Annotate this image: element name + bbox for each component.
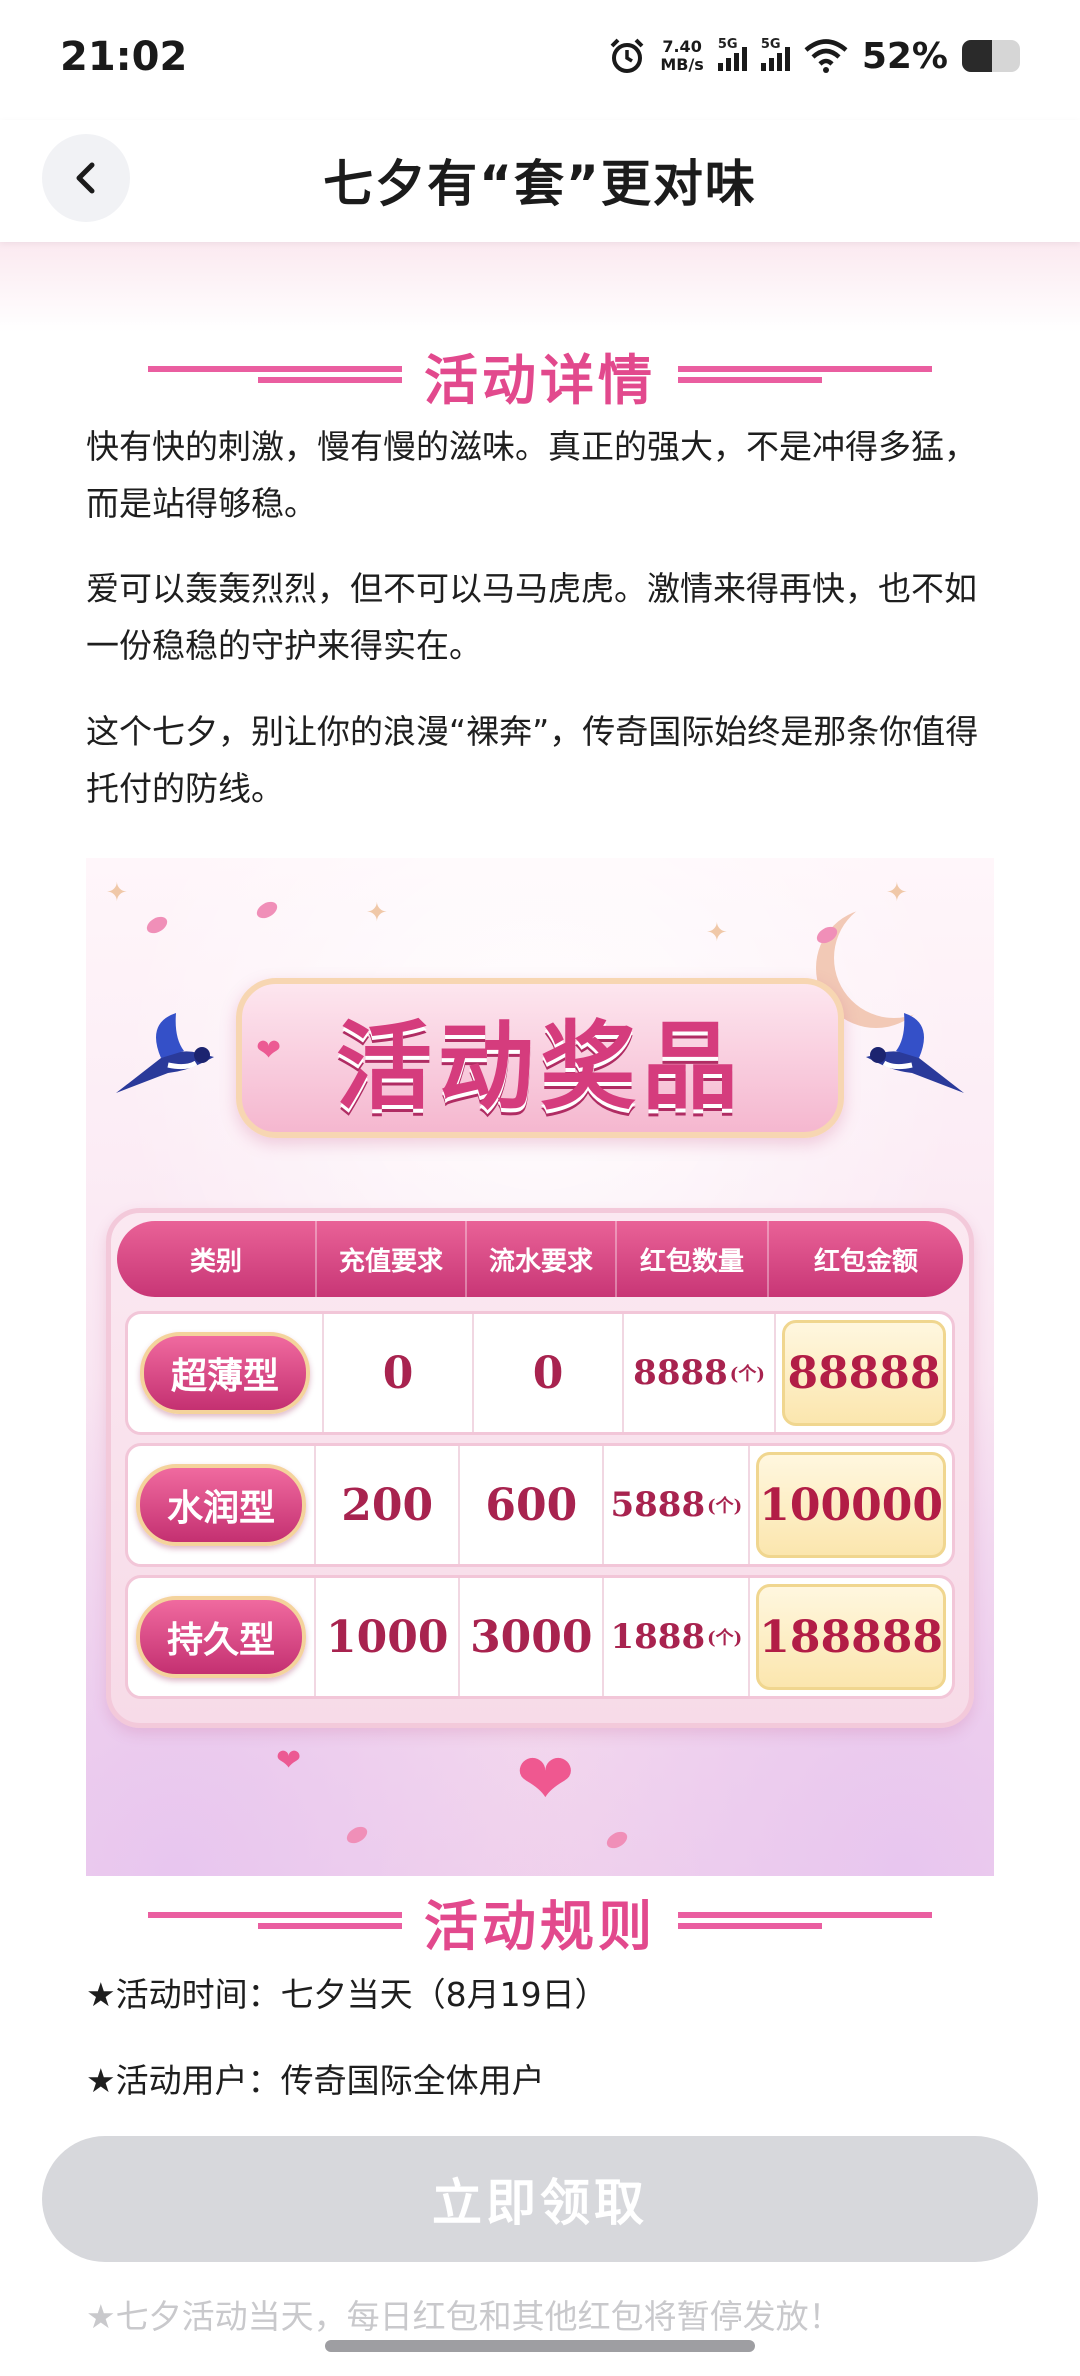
petal-decoration xyxy=(143,913,171,937)
heading-decoration-left xyxy=(148,362,402,388)
count-value: 8888 xyxy=(633,1353,728,1393)
prize-table: 类别 充值要求 流水要求 红包数量 红包金额 超薄型 0 0 8888 (个) 8… xyxy=(106,1208,974,1728)
table-row: 超薄型 0 0 8888 (个) 88888 xyxy=(125,1311,955,1435)
table-row: 水润型 200 600 5888 (个) 100000 xyxy=(125,1443,955,1567)
sparkle-icon: ✦ xyxy=(886,878,908,908)
details-paragraph-1: 快有快的刺激，慢有慢的滋味。真正的强大，不是冲得多猛，而是站得够稳。 xyxy=(86,427,977,523)
prize-title-plaque: 活动奖品 xyxy=(236,978,844,1138)
column-header: 充值要求 xyxy=(317,1221,467,1297)
status-time: 21:02 xyxy=(60,34,188,80)
count-unit: (个) xyxy=(707,1628,743,1649)
heading-decoration-right xyxy=(678,362,932,388)
signal-label-2: 5G xyxy=(760,37,781,52)
battery-icon xyxy=(962,40,1020,72)
wifi-icon xyxy=(804,39,848,73)
column-header: 红包数量 xyxy=(617,1221,769,1297)
amount-cell: 188888 xyxy=(756,1584,946,1690)
sparkle-icon: ✦ xyxy=(366,898,388,928)
rule-item: ★活动用户：传奇国际全体用户 xyxy=(86,2061,545,2100)
rule-item: ★活动时间：七夕当天（8月19日） xyxy=(86,1975,608,2014)
amount-cell: 100000 xyxy=(756,1452,946,1558)
heart-icon: ❤ xyxy=(516,1738,575,1820)
status-icons: 7.40 MB/s 5G 5G 52% xyxy=(608,34,1020,78)
section-title-details: 活动详情 xyxy=(424,347,656,412)
home-indicator[interactable] xyxy=(325,2340,755,2352)
turnover-cell: 0 xyxy=(474,1314,624,1432)
count-value: 5888 xyxy=(610,1485,706,1525)
petal-decoration xyxy=(253,898,281,922)
type-cell: 水润型 xyxy=(128,1446,317,1564)
rule-item-faded: ★七夕活动当天，每日红包和其他红包将暂停发放！ xyxy=(86,2297,842,2336)
heading-decoration-right xyxy=(678,1908,932,1934)
battery-percent: 52% xyxy=(861,35,948,77)
network-speed: 7.40 MB/s xyxy=(660,38,703,74)
column-header: 类别 xyxy=(117,1221,317,1297)
type-badge: 超薄型 xyxy=(140,1332,310,1414)
count-unit: (个) xyxy=(707,1496,743,1517)
network-speed-unit: MB/s xyxy=(660,55,704,74)
heading-decoration-left xyxy=(148,1908,402,1934)
prize-banner: ✦ ✦ ✦ ✦ 活动奖品 类别 充值要求 流水要求 红包数量 红包金额 超薄型 xyxy=(86,858,994,1876)
turnover-cell: 3000 xyxy=(460,1578,605,1696)
recharge-cell: 200 xyxy=(316,1446,461,1564)
type-cell: 持久型 xyxy=(128,1578,317,1696)
claim-button[interactable]: 立即领取 xyxy=(42,2136,1038,2262)
signal-label-1: 5G xyxy=(717,37,738,52)
heart-icon: ❤ xyxy=(256,1033,282,1068)
count-value: 1888 xyxy=(610,1617,706,1657)
type-badge: 持久型 xyxy=(136,1596,307,1678)
column-header: 流水要求 xyxy=(467,1221,617,1297)
count-cell: 5888 (个) xyxy=(604,1446,751,1564)
column-header: 红包金额 xyxy=(813,1246,918,1277)
count-cell: 8888 (个) xyxy=(624,1314,776,1432)
signal-icon-2: 5G xyxy=(760,37,790,71)
count-unit: (个) xyxy=(729,1364,765,1385)
type-cell: 超薄型 xyxy=(128,1314,324,1432)
alarm-icon xyxy=(610,38,644,73)
sparkle-icon: ✦ xyxy=(106,878,128,908)
count-cell: 1888 (个) xyxy=(604,1578,751,1696)
magpie-left-icon xyxy=(116,1013,214,1093)
sparkle-icon: ✦ xyxy=(706,918,728,948)
table-row: 持久型 1000 3000 1888 (个) 188888 xyxy=(125,1575,955,1699)
type-badge: 水润型 xyxy=(136,1464,307,1546)
section-heading-rules: 活动规则 xyxy=(148,1886,932,1958)
nav-header: 七夕有“套”更对味 xyxy=(0,120,1080,242)
details-paragraph-3: 这个七夕，别让你的浪漫“裸奔”，传奇国际始终是那条你值得托付的防线。 xyxy=(86,712,979,808)
page-title: 七夕有“套”更对味 xyxy=(323,155,757,213)
section-title-rules: 活动规则 xyxy=(424,1893,656,1958)
top-decoration xyxy=(0,242,1080,332)
recharge-cell: 0 xyxy=(324,1314,474,1432)
prize-table-header: 类别 充值要求 流水要求 红包数量 红包金额 xyxy=(117,1221,963,1297)
moon-decoration xyxy=(834,898,954,1018)
signal-icon-1: 5G xyxy=(717,37,747,71)
magpie-right-icon xyxy=(866,1013,964,1093)
heart-icon: ❤ xyxy=(276,1743,302,1778)
details-paragraph-2: 爱可以轰轰烈烈，但不可以马马虎虎。激情来得再快，也不如一份稳稳的守护来得实在。 xyxy=(86,569,977,665)
prize-title: 活动奖品 xyxy=(336,1009,744,1123)
petal-decoration xyxy=(603,1828,631,1852)
status-bar: 21:02 7.40 MB/s 5G 5G 52% xyxy=(0,0,1080,120)
amount-cell: 88888 xyxy=(782,1320,946,1426)
recharge-cell: 1000 xyxy=(316,1578,461,1696)
section-heading-details: 活动详情 xyxy=(148,340,932,412)
network-speed-value: 7.40 xyxy=(662,37,702,56)
turnover-cell: 600 xyxy=(460,1446,605,1564)
petal-decoration xyxy=(343,1823,371,1847)
